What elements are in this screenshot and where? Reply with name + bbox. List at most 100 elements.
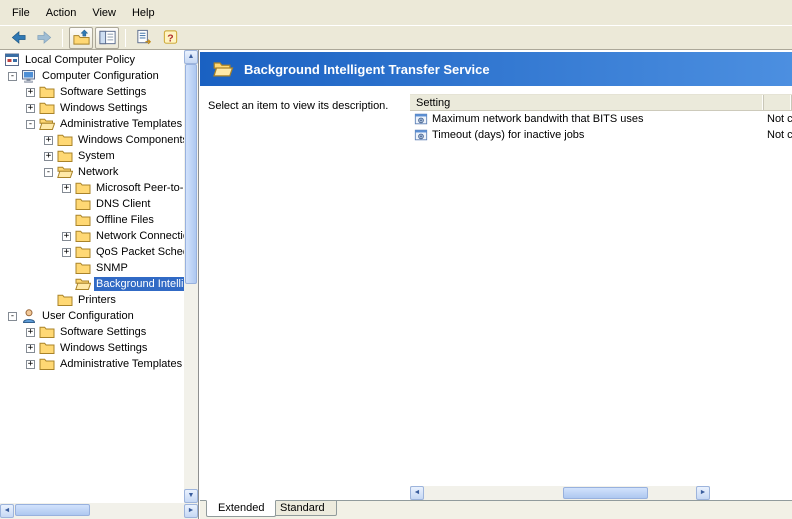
tree-item-computer-configuration[interactable]: - Computer Configuration [0,68,184,84]
tree-item-qos-packet-scheduler[interactable]: + QoS Packet Scheduler [0,244,184,260]
folder-icon [75,260,91,276]
export-list-button[interactable] [132,27,156,49]
back-arrow-icon [9,28,28,47]
tree-item-background-intelligent-transfer-service[interactable]: Background Intelligent Transfer Service [0,276,184,292]
setting-row-timeout[interactable]: Timeout (days) for inactive jobs Not con… [410,127,792,143]
tree-item-snmp[interactable]: SNMP [0,260,184,276]
folder-icon [39,340,55,356]
tree-expander-icon[interactable]: - [8,312,17,321]
tree-item-user-software-settings[interactable]: + Software Settings [0,324,184,340]
tree-expander-icon[interactable]: + [62,232,71,241]
tree-item-network[interactable]: - Network [0,164,184,180]
folder-icon [75,228,91,244]
toolbar [0,26,792,50]
setting-row-max-bandwidth[interactable]: Maximum network bandwith that BITS uses … [410,111,792,127]
tree-item-label: QoS Packet Scheduler [94,245,184,259]
tree-item-printers[interactable]: Printers [0,292,184,308]
column-header-state[interactable] [764,95,792,110]
tree-item-label: Software Settings [58,85,148,99]
folder-icon [39,324,55,340]
tree-item-user-administrative-templates[interactable]: + Administrative Templates [0,356,184,372]
list-horizontal-scrollbar[interactable]: ◄ ► [410,486,710,500]
tree-item-label: Windows Components [76,133,184,147]
scroll-up-icon[interactable]: ▲ [184,50,198,64]
forward-arrow-icon [35,28,54,47]
tree-vertical-scrollbar[interactable]: ▲ ▼ [184,50,198,503]
show-hide-console-tree-button[interactable] [95,27,119,49]
menu-help[interactable]: Help [124,3,163,23]
tree-expander-icon[interactable]: + [62,184,71,193]
tree-expander-icon[interactable]: - [44,168,53,177]
help-icon [161,28,180,47]
folder-open-icon [75,276,91,292]
up-one-level-button[interactable] [69,27,93,49]
settings-list: Setting Maximum network bandwith that BI… [410,94,792,479]
tree-item-label: Local Computer Policy [23,53,137,67]
menu-file[interactable]: File [4,3,38,23]
export-list-icon [135,28,154,47]
details-pane: Background Intelligent Transfer Service … [200,50,792,519]
folder-icon [57,148,73,164]
tree-horizontal-scrollbar[interactable]: ◄ ► [0,503,198,519]
tab-standard[interactable]: Standard [268,500,337,516]
tree-expander-icon[interactable]: + [44,152,53,161]
forward-button[interactable] [32,27,56,49]
scroll-left-icon[interactable]: ◄ [410,486,424,500]
toolbar-separator [125,29,126,47]
tree-item-user-configuration[interactable]: - User Configuration [0,308,184,324]
scroll-right-icon[interactable]: ► [696,486,710,500]
tree-item-administrative-templates[interactable]: - Administrative Templates [0,116,184,132]
tree-expander-icon[interactable]: - [26,120,35,129]
tree-expander-icon[interactable]: + [62,248,71,257]
user-icon [21,308,37,324]
console-tree-pane: Local Computer Policy - Computer Configu… [0,50,199,519]
scroll-down-icon[interactable]: ▼ [184,489,198,503]
help-button[interactable] [158,27,182,49]
folder-icon [39,356,55,372]
tree-expander-icon[interactable]: + [26,360,35,369]
tree-item-label: Printers [76,293,118,307]
scroll-left-icon[interactable]: ◄ [0,504,14,518]
folder-icon [75,244,91,260]
tree-item-label: Windows Settings [58,101,149,115]
scrollbar-thumb[interactable] [15,504,90,516]
setting-state: Not configured [764,129,792,141]
folder-open-icon [212,59,234,79]
tree-item-system[interactable]: + System [0,148,184,164]
tree-item-dns-client[interactable]: DNS Client [0,196,184,212]
tree-item-user-windows-settings[interactable]: + Windows Settings [0,340,184,356]
tree-item-local-computer-policy[interactable]: Local Computer Policy [0,52,184,68]
tree-expander-icon[interactable]: + [44,136,53,145]
tree-item-windows-settings[interactable]: + Windows Settings [0,100,184,116]
tree-item-microsoft-peer-to-peer[interactable]: + Microsoft Peer-to-Peer Networking Serv… [0,180,184,196]
tree-item-label: DNS Client [94,197,152,211]
folder-open-icon [57,164,73,180]
tree-item-software-settings[interactable]: + Software Settings [0,84,184,100]
menu-view[interactable]: View [84,3,124,23]
folder-icon [39,84,55,100]
column-header-setting[interactable]: Setting [410,95,764,110]
tree-expander-icon[interactable]: + [26,104,35,113]
tree-expander-icon[interactable]: - [8,72,17,81]
tab-extended[interactable]: Extended [206,500,276,517]
scrollbar-thumb[interactable] [185,64,197,284]
tree-item-label: User Configuration [40,309,136,323]
setting-name: Maximum network bandwith that BITS uses [432,113,644,125]
tree-expander-icon[interactable]: + [26,328,35,337]
tree-item-label: SNMP [94,261,130,275]
tree-item-offline-files[interactable]: Offline Files [0,212,184,228]
console-tree-icon [98,28,117,47]
scroll-right-icon[interactable]: ► [184,504,198,518]
menu-bar: File Action View Help [0,0,792,26]
menu-action[interactable]: Action [38,3,85,23]
view-tab-strip: Extended Standard [200,500,792,519]
tree-expander-icon[interactable]: + [26,344,35,353]
console-icon [4,52,20,68]
tree-item-windows-components[interactable]: + Windows Components [0,132,184,148]
scrollbar-thumb[interactable] [563,487,648,499]
back-button[interactable] [6,27,30,49]
tree-item-label: System [76,149,117,163]
tree-item-network-connections[interactable]: + Network Connections [0,228,184,244]
tree-item-label: Network [76,165,120,179]
tree-expander-icon[interactable]: + [26,88,35,97]
